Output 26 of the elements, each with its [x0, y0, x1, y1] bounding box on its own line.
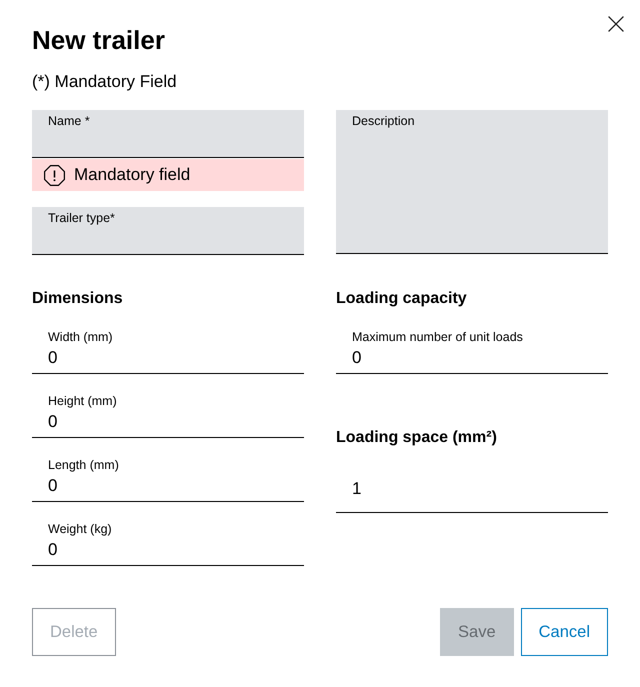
- error-icon: [44, 164, 65, 186]
- section-heading: Loading space (mm²): [336, 428, 497, 448]
- field-label: Name *: [48, 113, 90, 129]
- text-area[interactable]: Description: [336, 110, 608, 254]
- mandatory-note: (*) Mandatory Field: [32, 71, 177, 93]
- field-value: 0: [48, 475, 58, 497]
- field-value: 0: [48, 411, 58, 433]
- field-label: Height (mm): [48, 393, 117, 409]
- field-label: Description: [352, 113, 415, 129]
- close-icon: [608, 16, 624, 32]
- error-text: Mandatory field: [74, 164, 190, 186]
- field-label: Width (mm): [48, 329, 113, 345]
- field-label: Weight (kg): [48, 521, 112, 537]
- field-label: Trailer type*: [48, 210, 115, 226]
- field-value: 1: [352, 478, 362, 500]
- field-label: Length (mm): [48, 457, 119, 473]
- field-value: 0: [48, 347, 58, 369]
- action-button[interactable]: Cancel: [520, 608, 608, 656]
- text-field[interactable]: Trailer type*: [32, 207, 304, 255]
- dialog-title: New trailer: [32, 24, 165, 56]
- text-field[interactable]: Name *: [32, 110, 304, 158]
- section-heading: Dimensions: [32, 289, 123, 309]
- field-label: Maximum number of unit loads: [352, 329, 523, 345]
- field-value: 0: [48, 539, 58, 561]
- section-heading: Loading capacity: [336, 289, 467, 309]
- field-value: 0: [352, 347, 362, 369]
